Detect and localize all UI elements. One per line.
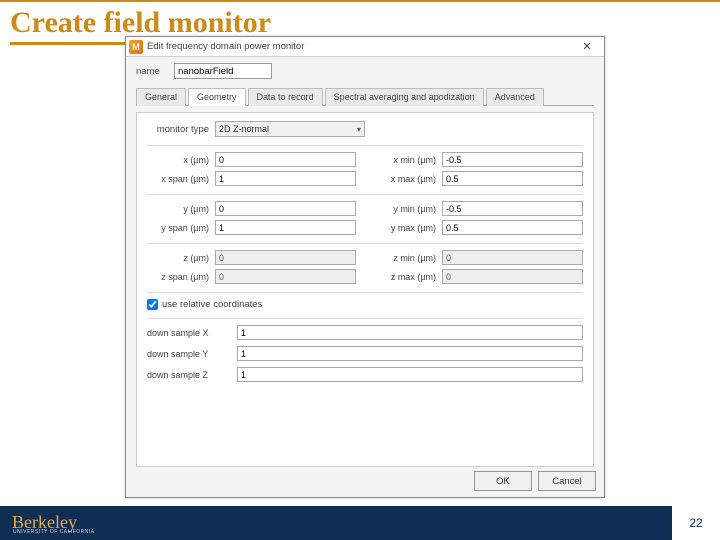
x-input[interactable] xyxy=(215,152,356,167)
downsample-z-label: down sample Z xyxy=(147,370,237,380)
divider xyxy=(147,318,583,319)
geometry-panel: monitor type 2D Z-normal ▾ x (µm) x min … xyxy=(136,112,594,467)
y-input[interactable] xyxy=(215,201,356,216)
xmin-label: x min (µm) xyxy=(374,155,442,165)
dialog-titlebar: M Edit frequency domain power monitor ✕ xyxy=(126,37,604,57)
zmax-input[interactable] xyxy=(442,269,583,284)
tab-spectral[interactable]: Spectral averaging and apodization xyxy=(325,88,484,106)
cancel-button[interactable]: Cancel xyxy=(538,471,596,491)
divider xyxy=(147,194,583,195)
app-icon: M xyxy=(129,40,143,54)
yspan-label: y span (µm) xyxy=(147,223,215,233)
xmin-input[interactable] xyxy=(442,152,583,167)
monitor-type-label: monitor type xyxy=(147,124,215,135)
monitor-type-value: 2D Z-normal xyxy=(219,124,269,134)
xmax-input[interactable] xyxy=(442,171,583,186)
ymax-label: y max (µm) xyxy=(374,223,442,233)
tab-geometry[interactable]: Geometry xyxy=(188,88,246,106)
zmin-label: z min (µm) xyxy=(374,253,442,263)
downsample-x-label: down sample X xyxy=(147,328,237,338)
downsample-x-input[interactable] xyxy=(237,325,583,340)
downsample-y-input[interactable] xyxy=(237,346,583,361)
z-label: z (µm) xyxy=(147,253,215,263)
zmin-input[interactable] xyxy=(442,250,583,265)
xspan-label: x span (µm) xyxy=(147,174,215,184)
xmax-label: x max (µm) xyxy=(374,174,442,184)
edit-monitor-dialog: M Edit frequency domain power monitor ✕ … xyxy=(125,36,605,498)
use-relative-label: use relative coordinates xyxy=(162,299,262,310)
name-label: name xyxy=(136,66,174,77)
name-input[interactable] xyxy=(174,63,272,79)
divider xyxy=(147,243,583,244)
tab-general[interactable]: General xyxy=(136,88,186,106)
xspan-input[interactable] xyxy=(215,171,356,186)
tab-advanced[interactable]: Advanced xyxy=(486,88,544,106)
downsample-z-input[interactable] xyxy=(237,367,583,382)
tab-bar: General Geometry Data to record Spectral… xyxy=(136,87,594,106)
use-relative-checkbox[interactable] xyxy=(147,299,158,310)
y-label: y (µm) xyxy=(147,204,215,214)
chevron-down-icon: ▾ xyxy=(357,125,361,134)
ymin-label: y min (µm) xyxy=(374,204,442,214)
downsample-y-label: down sample Y xyxy=(147,349,237,359)
monitor-type-select[interactable]: 2D Z-normal ▾ xyxy=(215,121,365,137)
zmax-label: z max (µm) xyxy=(374,272,442,282)
dialog-title: Edit frequency domain power monitor xyxy=(147,41,573,52)
zspan-input[interactable] xyxy=(215,269,356,284)
ok-button[interactable]: OK xyxy=(474,471,532,491)
page-number: 22 xyxy=(672,506,720,540)
slide-footer: Berkeley UNIVERSITY OF CALIFORNIA 22 xyxy=(0,506,720,540)
ymin-input[interactable] xyxy=(442,201,583,216)
close-icon[interactable]: ✕ xyxy=(573,38,601,56)
zspan-label: z span (µm) xyxy=(147,272,215,282)
berkeley-subtitle: UNIVERSITY OF CALIFORNIA xyxy=(0,529,95,535)
yspan-input[interactable] xyxy=(215,220,356,235)
divider xyxy=(147,145,583,146)
tab-data-to-record[interactable]: Data to record xyxy=(248,88,323,106)
ymax-input[interactable] xyxy=(442,220,583,235)
z-input[interactable] xyxy=(215,250,356,265)
divider xyxy=(147,292,583,293)
x-label: x (µm) xyxy=(147,155,215,165)
